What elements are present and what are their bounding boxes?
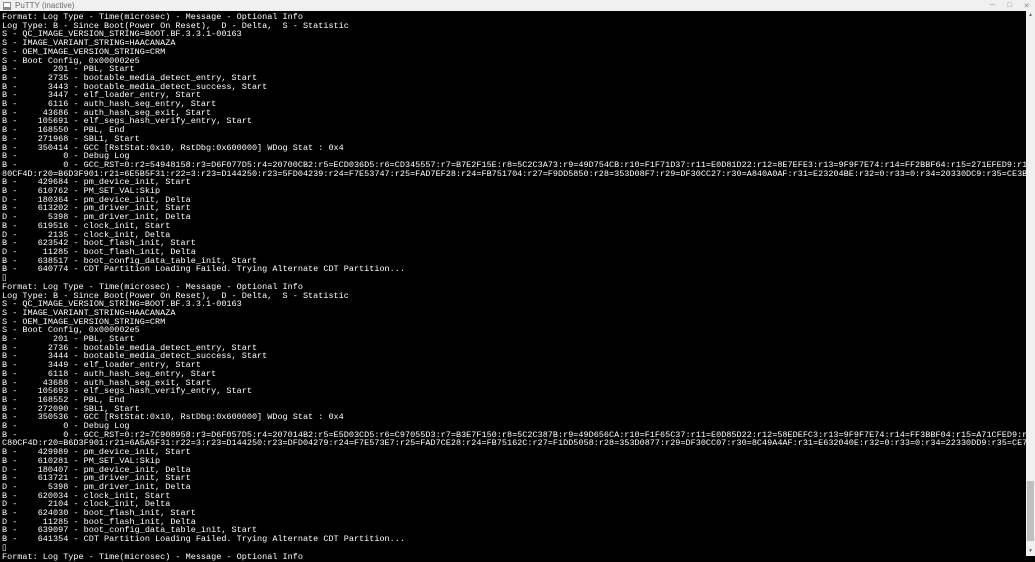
terminal-line: S - Boot Config, 0x000002e5	[2, 326, 1035, 335]
terminal-line: B - 105693 - elf_segs_hash_verify_entry,…	[2, 387, 1035, 396]
terminal-line: S - OEM_IMAGE_VERSION_STRING=CRM	[2, 48, 1035, 57]
window-title: PuTTY (inactive)	[15, 1, 74, 10]
putty-icon	[3, 2, 11, 10]
terminal-output: Format: Log Type - Time(microsec) - Mess…	[0, 11, 1035, 561]
terminal-line: B - 168552 - PBL, End	[2, 396, 1035, 405]
terminal-line: S - OEM_IMAGE_VERSION_STRING=CRM	[2, 318, 1035, 327]
maximize-button[interactable]: □	[1001, 0, 1018, 11]
terminal-line: B - 105691 - elf_segs_hash_verify_entry,…	[2, 117, 1035, 126]
terminal-line: B - 350414 - GCC [RstStat:0x10, RstDbg:0…	[2, 144, 1035, 153]
terminal-line: S - Boot Config, 0x000002e5	[2, 57, 1035, 66]
minimize-button[interactable]: ─	[984, 0, 1001, 11]
scroll-up-arrow[interactable]: ▲	[1026, 11, 1035, 20]
title-bar: PuTTY (inactive) ─ □ ✕	[0, 0, 1035, 11]
terminal-line: B - 168550 - PBL, End	[2, 126, 1035, 135]
terminal-line: B - 350536 - GCC [RstStat:0x10, RstDbg:0…	[2, 413, 1035, 422]
vertical-scrollbar[interactable]: ▲ ▼	[1026, 11, 1035, 556]
terminal-line: Format: Log Type - Time(microsec) - Mess…	[2, 553, 1035, 562]
scrollbar-thumb[interactable]	[1027, 481, 1034, 541]
terminal-line: B - 640774 - CDT Partition Loading Faile…	[2, 265, 1035, 274]
window-controls: ─ □ ✕	[984, 0, 1035, 11]
close-button[interactable]: ✕	[1018, 0, 1035, 11]
terminal-line: B - 641354 - CDT Partition Loading Faile…	[2, 535, 1035, 544]
scroll-down-arrow[interactable]: ▼	[1026, 547, 1035, 556]
